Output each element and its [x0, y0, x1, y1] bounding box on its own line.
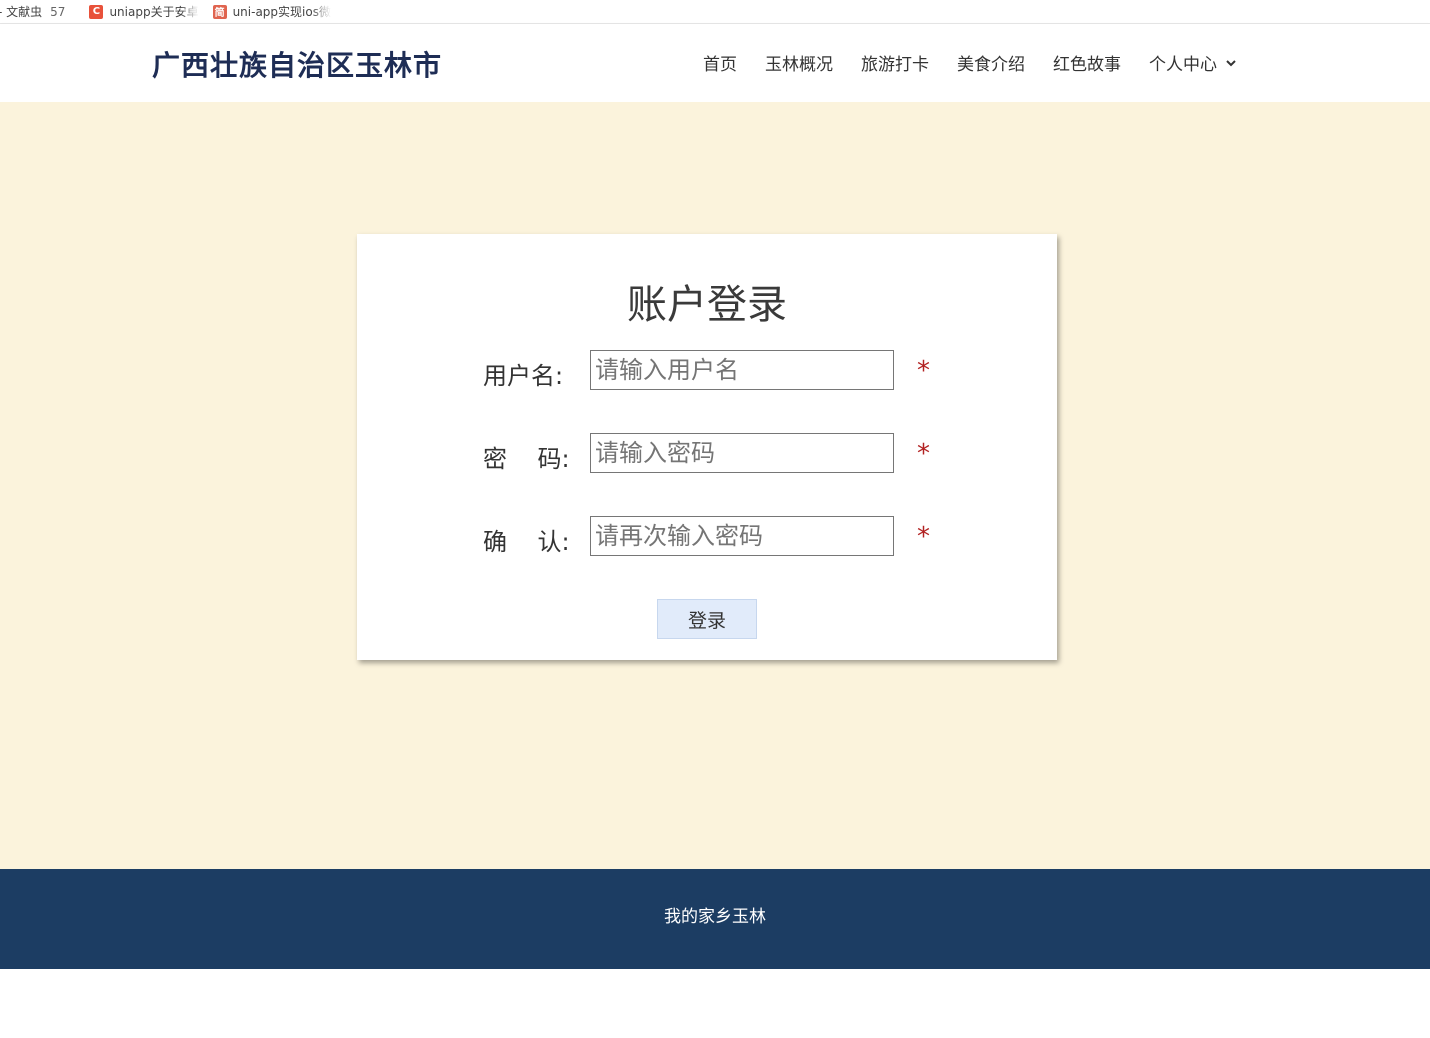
main-nav: 首页 玉林概况 旅游打卡 美食介绍 红色故事 个人中心: [703, 50, 1237, 75]
password-input[interactable]: [590, 433, 894, 473]
bookmark-item[interactable]: 简 uni-app实现ios微: [212, 3, 331, 20]
nav-label: 红色故事: [1053, 55, 1121, 75]
bookmark-label: uni-app实现ios微: [232, 5, 331, 19]
nav-item-home[interactable]: 首页: [703, 50, 737, 75]
bookmark-label: - 文献虫: [0, 5, 43, 19]
nav-item-personal-center[interactable]: 个人中心: [1149, 50, 1237, 75]
password-label: 密 码:: [483, 445, 570, 473]
required-marker: *: [917, 356, 930, 386]
username-input[interactable]: [590, 350, 894, 390]
nav-label: 个人中心: [1149, 55, 1217, 75]
nav-item-food[interactable]: 美食介绍: [957, 50, 1025, 75]
nav-item-overview[interactable]: 玉林概况: [765, 50, 833, 75]
login-button[interactable]: 登录: [657, 599, 757, 639]
confirm-password-input[interactable]: [590, 516, 894, 556]
site-footer: 我的家乡玉林: [0, 869, 1430, 969]
required-marker: *: [917, 522, 930, 552]
nav-label: 美食介绍: [957, 55, 1025, 75]
footer-text: 我的家乡玉林: [664, 907, 766, 927]
bookmark-label: uniapp关于安卓: [109, 5, 199, 19]
site-title[interactable]: 广西壮族自治区玉林市: [152, 44, 442, 84]
confirm-row: 确 认: *: [357, 516, 1057, 560]
c-logo-icon: C: [89, 4, 104, 19]
required-marker: *: [917, 439, 930, 469]
login-card: 账户登录 用户名: * 密 码: * 确 认: * 登录: [357, 234, 1057, 660]
bookmark-item[interactable]: - 文献虫 57: [0, 3, 65, 20]
bookmark-item[interactable]: C uniapp关于安卓: [89, 3, 199, 20]
username-label: 用户名:: [483, 362, 564, 390]
login-title: 账户登录: [627, 282, 787, 328]
nav-label: 旅游打卡: [861, 55, 929, 75]
nav-label: 玉林概况: [765, 55, 833, 75]
nav-item-travel[interactable]: 旅游打卡: [861, 50, 929, 75]
nav-label: 首页: [703, 55, 737, 75]
main-content: 账户登录 用户名: * 密 码: * 确 认: * 登录: [0, 102, 1430, 869]
bookmarks-bar: - 文献虫 57 C uniapp关于安卓 简 uni-app实现ios微: [0, 0, 1430, 24]
jian-logo-icon: 简: [212, 4, 227, 19]
chevron-down-icon: [1226, 59, 1236, 66]
site-header: 广西壮族自治区玉林市 首页 玉林概况 旅游打卡 美食介绍 红色故事 个人中心: [0, 24, 1430, 102]
confirm-label: 确 认:: [483, 528, 570, 556]
bookmark-count: 57: [50, 4, 66, 19]
nav-item-red-story[interactable]: 红色故事: [1053, 50, 1121, 75]
username-row: 用户名: *: [357, 350, 1057, 394]
password-row: 密 码: *: [357, 433, 1057, 477]
